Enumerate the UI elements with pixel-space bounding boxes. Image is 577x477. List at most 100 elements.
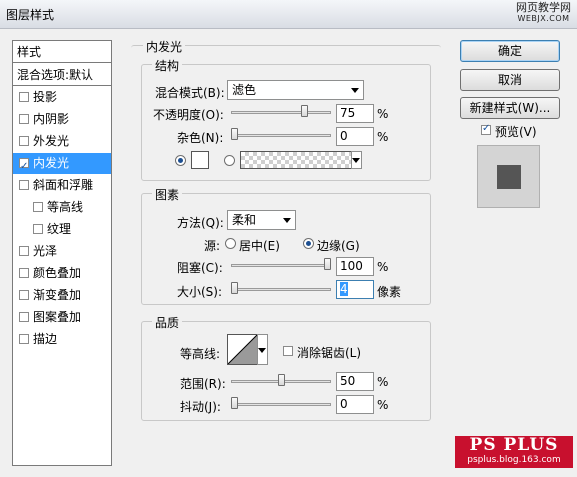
title-bar: 图层样式 网页教学网 WEBJX.COM — [0, 0, 577, 29]
style-item-label: 投影 — [33, 90, 58, 104]
style-item-checkbox[interactable] — [19, 92, 29, 102]
size-value: 4 — [340, 282, 348, 296]
size-slider[interactable] — [231, 288, 331, 291]
elements-title: 图素 — [152, 186, 183, 203]
range-input[interactable]: 50 — [336, 372, 374, 391]
styles-list: 样式 混合选项:默认 投影内阴影外发光内发光斜面和浮雕等高线纹理光泽颜色叠加渐变… — [12, 40, 112, 466]
range-slider-thumb[interactable] — [277, 374, 285, 386]
chevron-down-icon — [352, 158, 360, 163]
style-item[interactable]: 渐变叠加 — [13, 285, 111, 306]
style-item[interactable]: 图案叠加 — [13, 307, 111, 328]
opacity-slider-thumb[interactable] — [300, 105, 308, 117]
styles-header[interactable]: 样式 — [13, 42, 111, 63]
style-item[interactable]: 投影 — [13, 87, 111, 108]
watermark-line1: 网页教学网 — [516, 1, 571, 14]
preview-label[interactable]: 预览(V) — [495, 123, 537, 140]
blend-mode-select[interactable]: 滤色 — [227, 80, 364, 100]
new-style-button[interactable]: 新建样式(W)... — [460, 97, 560, 119]
jitter-slider-thumb[interactable] — [231, 397, 238, 409]
opacity-label: 不透明度(O): — [153, 108, 224, 122]
gradient-dropdown[interactable] — [351, 151, 362, 169]
source-center-radio[interactable] — [225, 238, 236, 249]
style-item-label: 图案叠加 — [33, 310, 82, 324]
size-input[interactable]: 4 — [336, 280, 374, 299]
contour-dropdown[interactable] — [257, 334, 268, 365]
cancel-button[interactable]: 取消 — [460, 69, 560, 91]
style-item[interactable]: 内阴影 — [13, 109, 111, 130]
style-item-checkbox[interactable] — [19, 268, 29, 278]
noise-slider-thumb[interactable] — [231, 128, 238, 140]
ok-button[interactable]: 确定 — [460, 40, 560, 62]
noise-unit: % — [377, 130, 389, 144]
technique-select[interactable]: 柔和 — [227, 210, 296, 230]
noise-input[interactable]: 0 — [336, 127, 374, 146]
style-item[interactable]: 等高线 — [13, 197, 111, 218]
style-item-checkbox[interactable] — [19, 312, 29, 322]
gradient-preview[interactable] — [240, 151, 352, 169]
psplus-logo: PS PLUS psplus.blog.163.com — [455, 436, 573, 468]
style-item[interactable]: 描边 — [13, 329, 111, 350]
style-item-label: 光泽 — [33, 244, 58, 258]
source-edge-radio[interactable] — [303, 238, 314, 249]
style-item-label: 内阴影 — [33, 112, 70, 126]
source-edge-label[interactable]: 边缘(G) — [317, 237, 360, 254]
style-item-checkbox[interactable] — [19, 180, 29, 190]
anti-alias-label[interactable]: 消除锯齿(L) — [297, 344, 361, 361]
style-item-label: 描边 — [33, 332, 58, 346]
noise-slider[interactable] — [231, 134, 331, 137]
blend-mode-value: 滤色 — [232, 83, 257, 97]
source-label: 源: — [204, 239, 221, 253]
blending-options-item[interactable]: 混合选项:默认 — [13, 65, 111, 86]
preview-square — [497, 165, 521, 189]
gradient-radio[interactable] — [224, 155, 235, 166]
solid-color-radio[interactable] — [175, 155, 186, 166]
preview-checkbox[interactable] — [481, 123, 491, 135]
style-item-label: 斜面和浮雕 — [33, 178, 94, 192]
style-item[interactable]: 内发光 — [13, 153, 111, 177]
glow-color-swatch[interactable] — [191, 151, 209, 169]
style-item-checkbox[interactable] — [19, 156, 29, 177]
style-item-label: 内发光 — [33, 156, 70, 170]
style-item-checkbox[interactable] — [19, 246, 29, 256]
choke-unit: % — [377, 260, 389, 274]
style-item-checkbox[interactable] — [19, 334, 29, 344]
size-slider-thumb[interactable] — [231, 282, 238, 294]
style-item-checkbox[interactable] — [19, 136, 29, 146]
logo-url: psplus.blog.163.com — [467, 455, 561, 465]
technique-label: 方法(Q): — [177, 216, 224, 230]
style-item-checkbox[interactable] — [33, 224, 43, 234]
source-center-label[interactable]: 居中(E) — [239, 237, 280, 254]
choke-input[interactable]: 100 — [336, 257, 374, 276]
opacity-slider[interactable] — [231, 111, 331, 114]
style-item[interactable]: 纹理 — [13, 219, 111, 240]
technique-value: 柔和 — [232, 213, 257, 227]
choke-slider-thumb[interactable] — [324, 258, 331, 270]
style-item-label: 外发光 — [33, 134, 70, 148]
style-item-checkbox[interactable] — [19, 290, 29, 300]
jitter-label: 抖动(J): — [180, 400, 221, 414]
opacity-input[interactable]: 75 — [336, 104, 374, 123]
style-item-label: 纹理 — [47, 222, 72, 236]
quality-title: 品质 — [152, 314, 183, 331]
jitter-input[interactable]: 0 — [336, 395, 374, 414]
blend-mode-label: 混合模式(B): — [155, 86, 225, 100]
style-item[interactable]: 颜色叠加 — [13, 263, 111, 284]
style-item[interactable]: 光泽 — [13, 241, 111, 262]
style-item-label: 等高线 — [47, 200, 84, 214]
style-item[interactable]: 外发光 — [13, 131, 111, 152]
watermark: 网页教学网 WEBJX.COM — [516, 2, 571, 24]
anti-alias-checkbox[interactable] — [283, 346, 293, 356]
choke-label: 阻塞(C): — [177, 261, 223, 275]
choke-slider[interactable] — [231, 264, 331, 267]
opacity-unit: % — [377, 107, 389, 121]
inner-glow-title: 内发光 — [143, 38, 186, 55]
size-label: 大小(S): — [177, 285, 223, 299]
style-preview — [477, 145, 540, 208]
range-unit: % — [377, 375, 389, 389]
contour-picker[interactable] — [227, 334, 258, 365]
style-item-checkbox[interactable] — [19, 114, 29, 124]
style-item-checkbox[interactable] — [33, 202, 43, 212]
style-item[interactable]: 斜面和浮雕 — [13, 175, 111, 196]
jitter-slider[interactable] — [231, 403, 331, 406]
noise-label: 杂色(N): — [177, 131, 224, 145]
